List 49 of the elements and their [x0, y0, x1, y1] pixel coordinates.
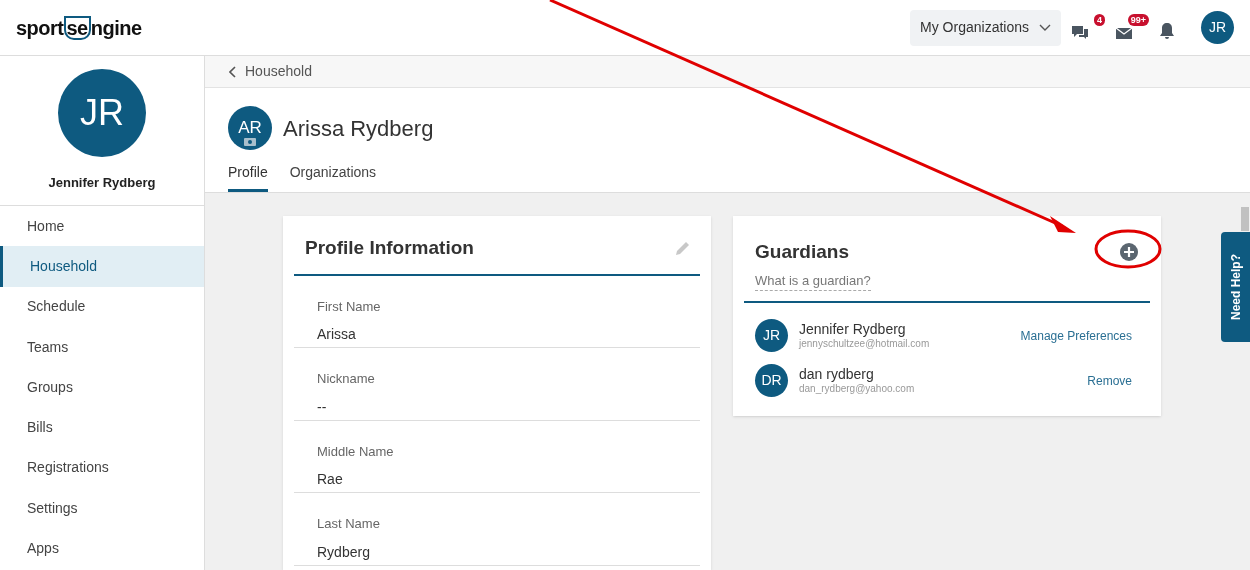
back-link[interactable]: Household [229, 61, 312, 82]
annotation-ellipse [1094, 229, 1162, 269]
organizations-dropdown[interactable]: My Organizations [910, 9, 1061, 46]
profile-tab[interactable]: Organizations [289, 162, 377, 192]
profile-avatar: JR [58, 68, 146, 157]
guardian-avatar: JR [755, 319, 788, 352]
guardian-name: dan rydberg [799, 366, 875, 382]
guardian-name: Jennifer Rydberg [799, 321, 907, 337]
guardian-help-link[interactable]: What is a guardian? [755, 270, 871, 291]
field-label: Nickname [317, 370, 376, 388]
sidebar-nav-item[interactable]: Bills [0, 407, 204, 448]
sidebar-nav-item[interactable]: Home [0, 206, 204, 247]
header-icon-button[interactable]: 4 [1069, 13, 1105, 42]
chevron-down-icon [1039, 23, 1051, 32]
logo[interactable]: sportsengine [16, 12, 142, 43]
card-title: Profile Information [305, 236, 474, 260]
guardian-action-link[interactable]: Remove [1087, 371, 1132, 390]
scrollbar-thumb[interactable] [1241, 207, 1249, 231]
notification-badge: 99+ [1127, 13, 1149, 26]
field-value: -- [317, 397, 328, 417]
sidebar-nav-item[interactable]: Groups [0, 367, 204, 408]
guardian-avatar: DR [755, 364, 788, 397]
add-circle-icon[interactable] [1119, 242, 1139, 262]
bell-icon [1159, 21, 1175, 40]
guardian-email: jennyschultzee@hotmail.com [799, 337, 931, 350]
card-title: Guardians [755, 240, 850, 264]
chat-icon [1071, 23, 1089, 40]
user-avatar[interactable]: JR [1201, 11, 1234, 44]
field-value: Rae [317, 470, 344, 489]
chevron-left-icon [229, 65, 237, 78]
sidebar-nav-item[interactable]: Settings [0, 488, 204, 529]
guardian-email: dan_rydberg@yahoo.com [799, 382, 916, 395]
field-value: Rydberg [317, 542, 371, 562]
field-label: Middle Name [317, 442, 395, 461]
person-avatar: AR [228, 106, 272, 150]
person-name: Arissa Rydberg [283, 114, 434, 143]
sidebar-nav-item[interactable]: Registrations [0, 447, 204, 489]
profile-name: Jennifer Rydberg [48, 173, 156, 192]
need-help-tab[interactable]: Need Help? [1221, 232, 1250, 342]
sidebar-nav-item[interactable]: Apps [0, 528, 204, 569]
field-label: Last Name [317, 515, 381, 533]
guardian-action-link[interactable]: Manage Preferences [1020, 326, 1132, 345]
field-value: Arissa [317, 325, 357, 344]
sidebar-nav-item[interactable]: Teams [0, 326, 204, 368]
notification-badge: 4 [1094, 13, 1105, 26]
header-icon-button[interactable]: 99+ [1113, 13, 1149, 42]
field-label: First Name [317, 297, 382, 316]
sidebar-nav-item[interactable]: Schedule [0, 286, 204, 327]
sidebar-nav-item[interactable]: Household [0, 246, 204, 287]
